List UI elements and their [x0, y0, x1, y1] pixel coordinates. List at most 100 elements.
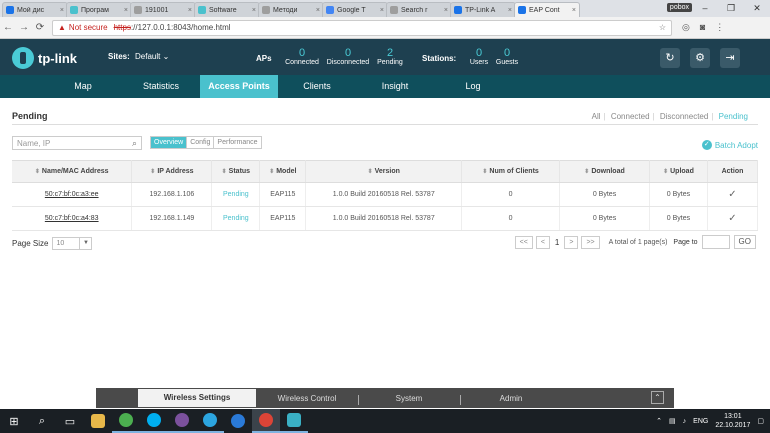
- close-icon[interactable]: ×: [572, 7, 576, 14]
- prev-page-button[interactable]: <: [535, 235, 550, 249]
- clock[interactable]: 13:01 22.10.2017: [715, 412, 750, 430]
- cell-mac[interactable]: 50:c7:bf:0c:a4:83: [12, 206, 133, 231]
- bottom-tab-admin[interactable]: Admin: [460, 394, 562, 405]
- filter-all[interactable]: All: [592, 112, 601, 121]
- next-page-button[interactable]: >: [564, 235, 579, 249]
- menu-icon[interactable]: ⋮: [715, 22, 724, 33]
- column-header[interactable]: ⬍ Upload: [649, 160, 708, 183]
- minimize-icon[interactable]: –: [692, 0, 718, 17]
- notifications-icon[interactable]: ▢: [757, 417, 764, 425]
- column-header[interactable]: ⬍ Download: [559, 160, 650, 183]
- page-to-input[interactable]: [701, 235, 730, 249]
- nav-clients[interactable]: Clients: [278, 75, 356, 98]
- maximize-icon[interactable]: ❐: [718, 0, 744, 17]
- chrome-active-icon[interactable]: [252, 409, 280, 433]
- stations-label: Stations:: [422, 54, 457, 63]
- close-icon[interactable]: ×: [252, 7, 256, 14]
- filter-disconnected[interactable]: Disconnected: [660, 112, 708, 121]
- stations-users-stat[interactable]: 0 Users: [466, 47, 492, 66]
- search-icon[interactable]: ⌕: [132, 138, 137, 149]
- pocket-icon[interactable]: ◙: [700, 22, 705, 33]
- column-header[interactable]: ⬍ Model: [259, 160, 307, 183]
- close-icon[interactable]: ×: [444, 7, 448, 14]
- aps-pending-stat[interactable]: 2 Pending: [374, 47, 406, 66]
- close-icon[interactable]: ×: [380, 7, 384, 14]
- last-page-button[interactable]: >>: [581, 235, 600, 249]
- nav-insight[interactable]: Insight: [356, 75, 434, 98]
- tray-expand-icon[interactable]: ⌃: [656, 417, 662, 425]
- nav-map[interactable]: Map: [44, 75, 122, 98]
- close-icon[interactable]: ✕: [744, 0, 770, 17]
- aps-connected-stat[interactable]: 0 Connected: [284, 47, 320, 66]
- filter-pending[interactable]: Pending: [719, 112, 748, 121]
- forward-icon[interactable]: →: [16, 22, 32, 33]
- browser-tab[interactable]: 191001 ×: [130, 2, 196, 17]
- bottom-tab-wireless-settings[interactable]: Wireless Settings: [138, 389, 256, 407]
- close-icon[interactable]: ×: [188, 7, 192, 14]
- browser-tab[interactable]: EAP Cont ×: [514, 2, 580, 17]
- network-icon[interactable]: ▤: [669, 417, 676, 425]
- bottom-tab-wireless-control[interactable]: Wireless Control: [256, 394, 358, 403]
- column-header[interactable]: ⬍ Name/MAC Address: [12, 160, 133, 183]
- tools-app-icon[interactable]: [280, 409, 308, 433]
- browser-tab[interactable]: Методи ×: [258, 2, 324, 17]
- close-icon[interactable]: ×: [316, 7, 320, 14]
- bottom-tab-system[interactable]: System: [358, 394, 460, 405]
- close-icon[interactable]: ×: [60, 7, 64, 14]
- url-input[interactable]: ▲ Not secure https ://127.0.0.1:8043/hom…: [52, 19, 672, 36]
- column-header[interactable]: ⬍ IP Address: [131, 160, 213, 183]
- cell-mac[interactable]: 50:c7:bf:0c:a3:ee: [12, 182, 133, 207]
- reload-icon[interactable]: ⟳: [32, 22, 48, 33]
- search-input[interactable]: Name, IP ⌕: [12, 136, 142, 150]
- task-view-icon[interactable]: ▭: [56, 409, 84, 433]
- column-header[interactable]: Action: [707, 160, 759, 183]
- tab-performance[interactable]: Performance: [214, 137, 260, 148]
- telegram-icon[interactable]: [196, 409, 224, 433]
- close-icon[interactable]: ×: [508, 7, 512, 14]
- extension-icon[interactable]: ◎: [682, 22, 690, 33]
- column-header-label: Num of Clients: [489, 168, 539, 175]
- site-selector[interactable]: Sites: Default ⌄: [108, 52, 169, 61]
- close-icon[interactable]: ×: [124, 7, 128, 14]
- chevron-up-icon[interactable]: ⌃: [651, 391, 664, 404]
- volume-icon[interactable]: ♪: [683, 418, 687, 425]
- batch-adopt-button[interactable]: ✓ Batch Adopt: [701, 140, 758, 150]
- go-button[interactable]: GO: [733, 235, 756, 249]
- gear-icon[interactable]: ⚙: [690, 48, 710, 68]
- adopt-check-icon[interactable]: ✓: [707, 206, 759, 231]
- back-icon[interactable]: ←: [0, 22, 16, 33]
- browser-tab[interactable]: Software ×: [194, 2, 260, 17]
- browser-tab[interactable]: Google T ×: [322, 2, 388, 17]
- viber-icon[interactable]: [168, 409, 196, 433]
- search-icon[interactable]: ⌕: [28, 409, 56, 433]
- browser-tab[interactable]: Мой дис ×: [2, 2, 68, 17]
- refresh-icon[interactable]: ↻: [660, 48, 680, 68]
- first-page-button[interactable]: <<: [514, 235, 533, 249]
- profile-name[interactable]: pobox: [666, 3, 692, 12]
- browser-tab[interactable]: Програм ×: [66, 2, 132, 17]
- browser-tab[interactable]: TP-Link A ×: [450, 2, 516, 17]
- nav-access-points[interactable]: Access Points: [200, 75, 278, 98]
- logout-icon[interactable]: ⇥: [720, 48, 740, 68]
- edge-icon[interactable]: [224, 409, 252, 433]
- sort-icon: ⬍: [269, 169, 275, 175]
- stations-guests-stat[interactable]: 0 Guests: [493, 47, 521, 66]
- bookmark-star-icon[interactable]: ☆: [659, 23, 666, 32]
- column-header[interactable]: ⬍ Status: [211, 160, 261, 183]
- adopt-check-icon[interactable]: ✓: [707, 182, 759, 207]
- aps-disconnected-stat[interactable]: 0 Disconnected: [325, 47, 371, 66]
- lang-indicator[interactable]: ENG: [693, 418, 708, 425]
- column-header[interactable]: ⬍ Version: [305, 160, 463, 183]
- page-size-select[interactable]: 10 ▼: [52, 237, 93, 250]
- file-explorer-icon[interactable]: [84, 409, 112, 433]
- windows-start-icon[interactable]: ⊞: [0, 409, 28, 433]
- browser-tab[interactable]: Search r ×: [386, 2, 452, 17]
- nav-statistics[interactable]: Statistics: [122, 75, 200, 98]
- skype-icon[interactable]: [140, 409, 168, 433]
- nav-log[interactable]: Log: [434, 75, 512, 98]
- chrome-icon[interactable]: [112, 409, 140, 433]
- tab-overview[interactable]: Overview: [151, 137, 188, 148]
- tab-config[interactable]: Config: [187, 137, 215, 148]
- filter-connected[interactable]: Connected: [611, 112, 650, 121]
- column-header[interactable]: ⬍ Num of Clients: [461, 160, 561, 183]
